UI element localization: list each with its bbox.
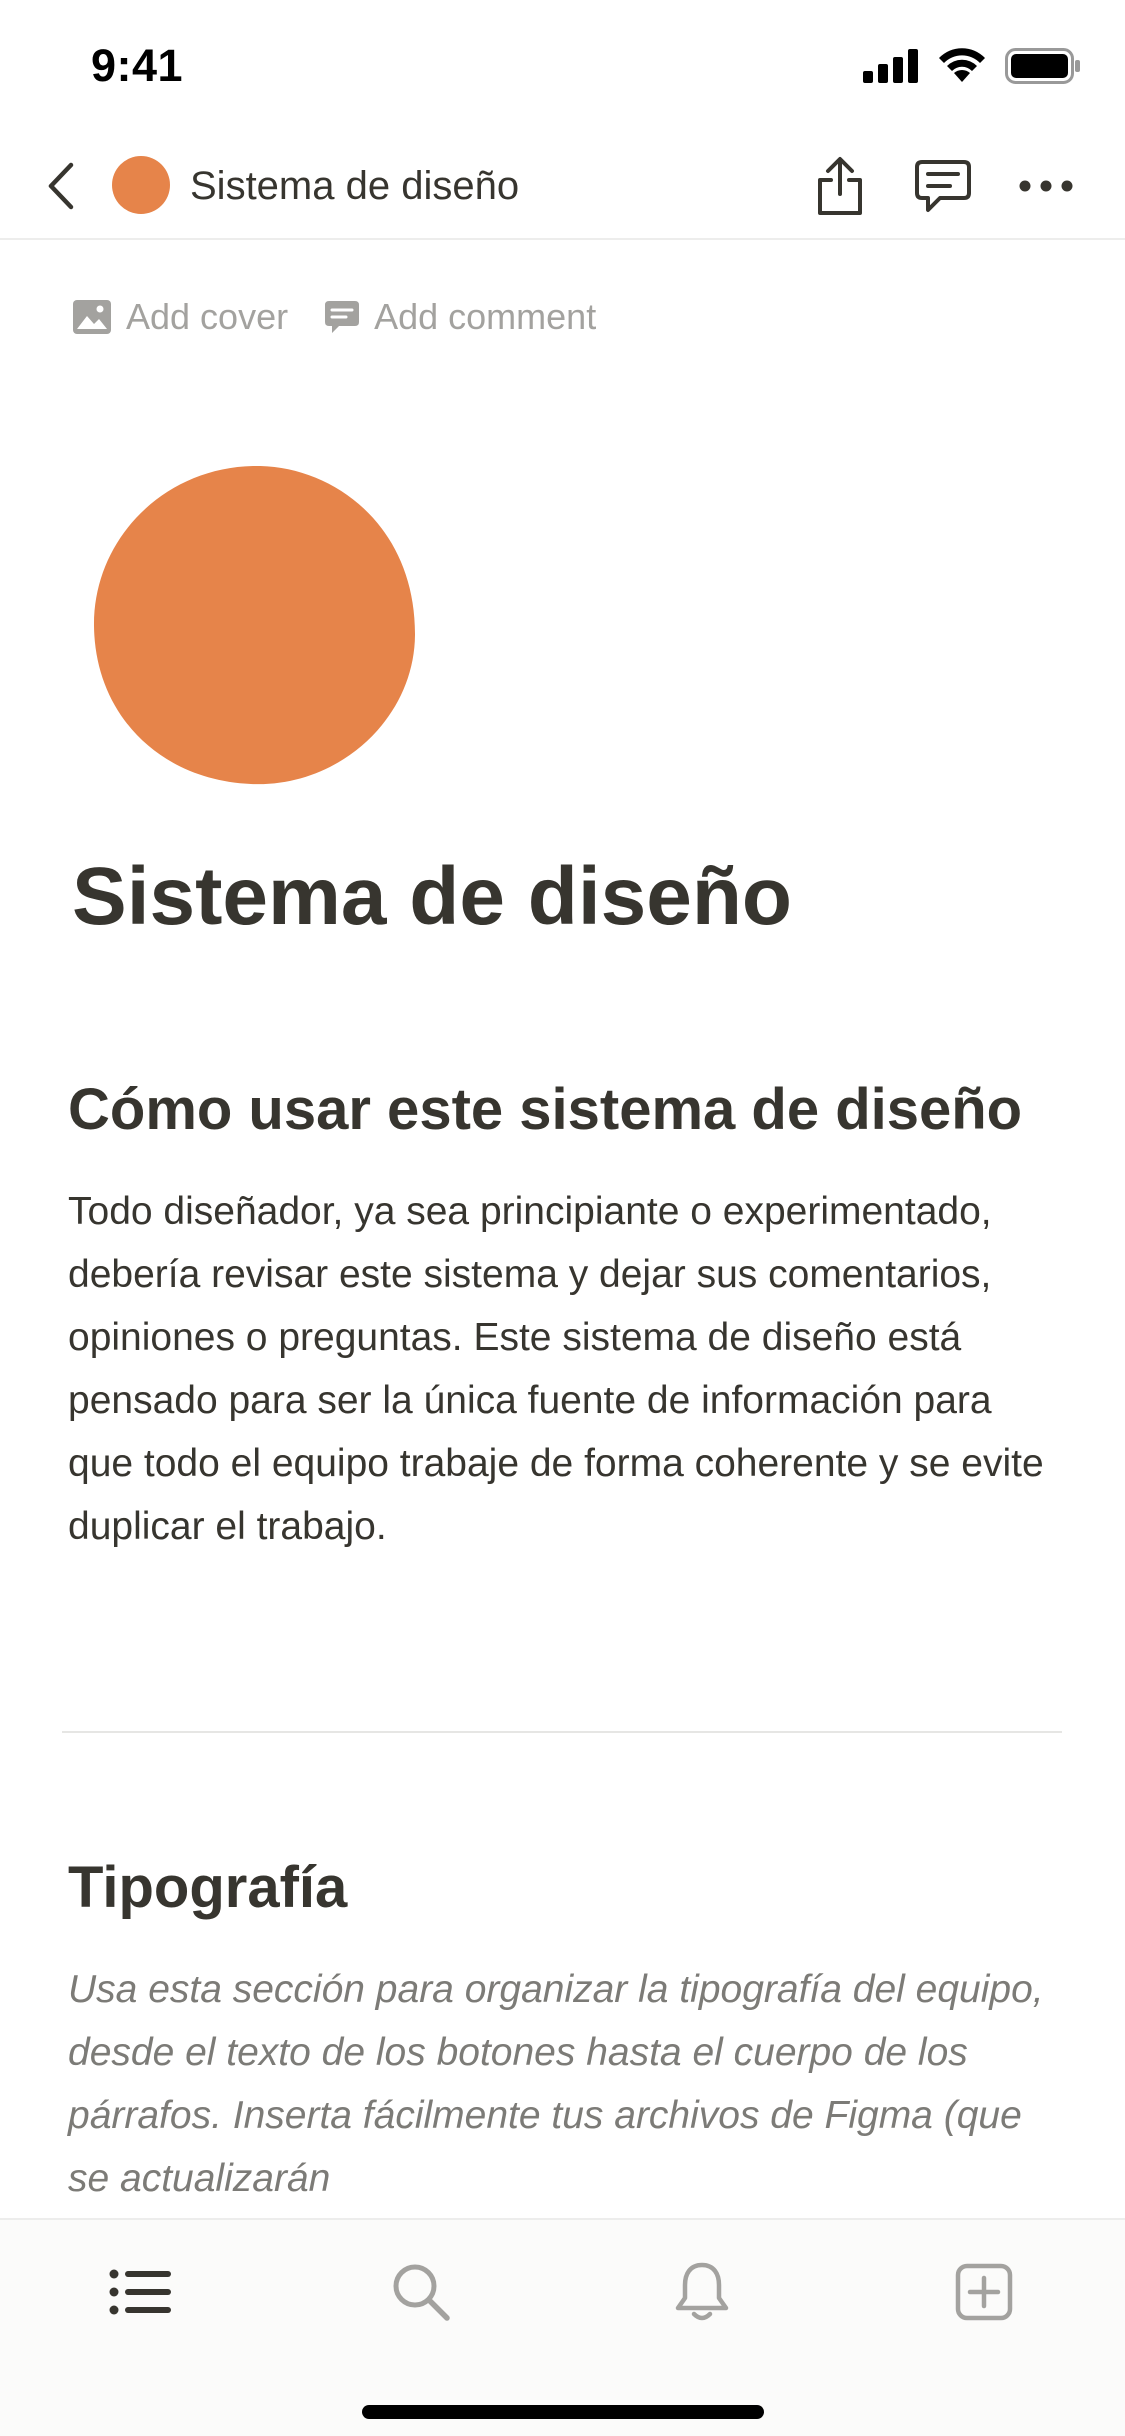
image-icon [73,300,111,334]
tab-search[interactable] [376,2250,466,2334]
status-icons [863,48,1081,89]
battery-icon [1005,48,1081,89]
notion-page-screen: 9:41 Sistema de diseño Add cover Add com… [0,0,1125,2436]
back-button[interactable] [30,154,90,218]
nav-title[interactable]: Sistema de diseño [190,158,519,214]
section-body-usage[interactable]: Todo diseñador, ya sea principiante o ex… [68,1180,1058,1558]
add-cover-button[interactable]: Add cover [72,296,288,338]
back-chevron-icon [48,162,74,210]
tab-sidebar[interactable] [95,2250,185,2334]
section-heading-usage[interactable]: Cómo usar este sistema de diseño [68,1072,1022,1148]
cellular-signal-icon [863,49,919,88]
home-indicator [362,2405,764,2419]
page-emoji-icon-small[interactable] [112,156,170,214]
page-emoji-icon[interactable] [93,465,417,786]
orange-circle-icon [93,465,416,785]
search-icon [393,2264,450,2321]
add-comment-label: Add comment [374,296,597,337]
more-icon [1019,180,1073,192]
comment-bubble-icon [325,301,360,333]
tab-notifications[interactable] [657,2250,747,2334]
more-options-button[interactable] [1010,150,1082,222]
status-bar: 9:41 [0,0,1125,132]
add-page-icon [955,2263,1013,2321]
share-icon [818,157,862,215]
bell-icon [675,2262,729,2321]
add-comment-button[interactable]: Add comment [324,296,596,338]
section-body-typography[interactable]: Usa esta sección para organizar la tipog… [68,1958,1058,2210]
comments-button[interactable] [907,150,979,222]
page-title[interactable]: Sistema de diseño [72,842,792,952]
divider [62,1731,1062,1733]
nav-bar: Sistema de diseño [0,132,1125,240]
list-icon [109,2269,171,2315]
comment-icon [915,160,971,212]
page-actions: Add cover Add comment [72,296,596,338]
add-cover-label: Add cover [126,296,289,337]
bottom-tab-bar [0,2218,1125,2436]
share-button[interactable] [804,150,876,222]
tab-new-page[interactable] [939,2250,1029,2334]
section-heading-typography[interactable]: Tipografía [68,1850,347,1926]
wifi-icon [937,48,987,89]
status-time: 9:41 [91,40,184,91]
